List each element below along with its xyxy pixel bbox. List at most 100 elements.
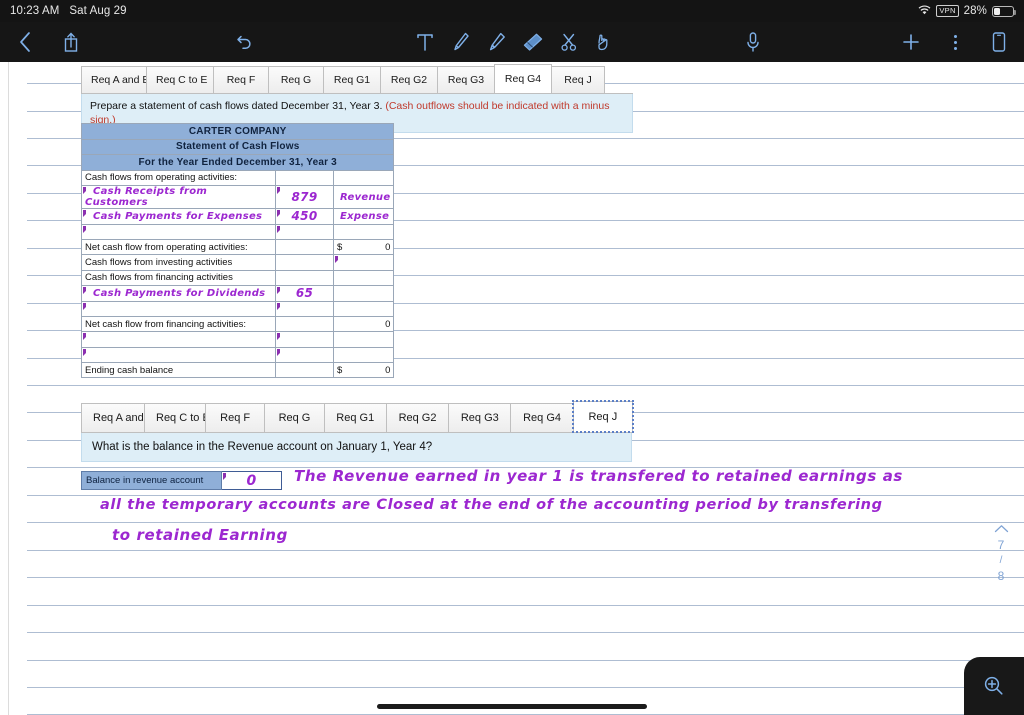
text-tool-icon[interactable]	[408, 25, 442, 59]
tab-req-g4[interactable]: Req G4	[494, 64, 552, 93]
line-item-label: Net cash flow from financing activities:	[81, 315, 276, 333]
total-cell: 0	[332, 315, 395, 333]
line-item-input[interactable]: Cash Receipts from Customers	[81, 185, 276, 210]
ruled-line	[27, 549, 1024, 551]
chevron-up-icon[interactable]	[994, 524, 1009, 535]
amount-input[interactable]	[275, 331, 334, 348]
zoom-in-magnifier-icon[interactable]	[964, 657, 1024, 715]
table-row[interactable]	[81, 346, 395, 364]
more-options-icon[interactable]	[938, 25, 972, 59]
vpn-badge: VPN	[936, 5, 959, 17]
note-cell[interactable]	[332, 331, 395, 348]
tab-req-j[interactable]: Req J	[571, 400, 635, 433]
amount-input[interactable]	[275, 223, 334, 240]
total-input[interactable]	[332, 254, 395, 271]
handwritten-note: Expense	[340, 210, 390, 222]
notebook-page[interactable]: Req A and B Req C to E Req F Req G Req G1 Req…	[0, 62, 1024, 715]
table-row[interactable]: Net cash flow from financing activities:…	[81, 315, 395, 333]
tab-req-g3[interactable]: Req G3	[448, 403, 512, 432]
tab-req-g1[interactable]: Req G1	[323, 66, 381, 93]
note-cell[interactable]	[332, 300, 395, 317]
handwritten-amount: 879	[291, 190, 318, 205]
table-title-row: For the Year Ended December 31, Year 3	[80, 154, 395, 171]
tab-req-c-to-e[interactable]: Req C to E	[144, 403, 210, 432]
line-item-input[interactable]	[81, 223, 276, 240]
ruled-line	[27, 686, 1024, 688]
prompt-req-j: What is the balance in the Revenue accou…	[81, 433, 632, 462]
tab-req-g2[interactable]: Req G2	[380, 66, 438, 93]
hand-tool-icon[interactable]	[588, 25, 622, 59]
table-row[interactable]: Cash Receipts from Customers 879 Revenue	[81, 185, 395, 210]
tab-req-g3[interactable]: Req G3	[437, 66, 495, 93]
amount-cell	[275, 169, 334, 187]
note-cell[interactable]	[332, 285, 395, 302]
tab-req-f[interactable]: Req F	[213, 66, 269, 93]
line-item-input[interactable]	[81, 346, 276, 364]
undo-icon[interactable]	[228, 25, 262, 59]
lasso-scissors-tool-icon[interactable]	[552, 25, 586, 59]
table-row[interactable]	[81, 331, 395, 348]
page-navigation-rail[interactable]: 7 / 8	[986, 524, 1016, 583]
handwritten-line-item: Cash Receipts from Customers	[85, 186, 208, 209]
table-title-line: For the Year Ended December 31, Year 3	[80, 154, 395, 171]
balance-field-value: 0	[246, 472, 257, 489]
tab-req-g1[interactable]: Req G1	[323, 403, 387, 432]
pen-tool-icon[interactable]	[444, 25, 478, 59]
table-row[interactable]	[81, 223, 395, 240]
table-row[interactable]: Cash flows from investing activities	[81, 254, 395, 271]
amount-cell	[275, 315, 334, 333]
blank-cell	[332, 269, 395, 287]
ruled-line	[27, 604, 1024, 606]
amount-input[interactable]: 450	[275, 208, 334, 225]
eraser-tool-icon[interactable]	[516, 25, 550, 59]
table-row[interactable]: Net cash flow from operating activities:…	[81, 238, 395, 256]
note-cell[interactable]	[332, 346, 395, 364]
line-item-input[interactable]: Cash flows from investing activities	[81, 254, 276, 271]
add-page-icon[interactable]	[894, 25, 928, 59]
tab-req-j[interactable]: Req J	[551, 66, 605, 93]
tab-req-g[interactable]: Req G	[268, 66, 324, 93]
amount-input[interactable]: 879	[275, 185, 334, 210]
note-cell: Expense	[332, 208, 395, 225]
line-item-input[interactable]: Cash Payments for Expenses	[81, 208, 276, 225]
amount-input[interactable]	[275, 346, 334, 364]
table-row[interactable]: Cash Payments for Expenses 450 Expense	[81, 208, 395, 225]
tab-req-c-to-e[interactable]: Req C to E	[146, 66, 214, 93]
prompt-text: Prepare a statement of cash flows dated …	[90, 100, 383, 112]
line-item-input[interactable]: Cash Payments for Dividends	[81, 285, 276, 302]
handwritten-note: Revenue	[340, 191, 391, 203]
handwritten-line-item: Cash Payments for Expenses	[93, 210, 263, 222]
amount-input[interactable]	[275, 300, 334, 317]
line-item-input[interactable]	[81, 300, 276, 317]
line-item-input[interactable]	[81, 331, 276, 348]
table-row[interactable]	[81, 300, 395, 317]
blank-cell	[332, 169, 395, 187]
tab-req-g2[interactable]: Req G2	[385, 403, 450, 432]
total-cell: $0	[332, 362, 395, 379]
tab-req-g4[interactable]: Req G4	[510, 403, 574, 432]
statement-of-cash-flows-table[interactable]: CARTER COMPANY Statement of Cash Flows For…	[80, 123, 395, 379]
table-title-row: Statement of Cash Flows	[80, 138, 395, 156]
balance-field-input[interactable]: 0	[222, 471, 282, 490]
table-row[interactable]: Cash flows from operating activities:	[81, 169, 395, 187]
table-title-line: Statement of Cash Flows	[80, 138, 395, 156]
tab-req-a-and-b[interactable]: Req A and B	[81, 403, 154, 432]
share-icon[interactable]	[54, 25, 88, 59]
highlighter-tool-icon[interactable]	[480, 25, 514, 59]
tab-req-a-and-b[interactable]: Req A and B	[81, 66, 149, 93]
amount-input[interactable]: 65	[275, 285, 334, 302]
table-row[interactable]: Cash flows from financing activities	[81, 269, 395, 287]
tab-req-f[interactable]: Req F	[205, 403, 266, 432]
total-value: 0	[385, 364, 391, 376]
line-item-label: Cash flows from financing activities	[81, 269, 276, 287]
device-view-icon[interactable]	[982, 25, 1016, 59]
note-cell[interactable]	[332, 223, 395, 240]
tab-req-g[interactable]: Req G	[264, 403, 325, 432]
table-row[interactable]: Ending cash balance $0	[81, 362, 395, 379]
microphone-icon[interactable]	[736, 25, 770, 59]
back-chevron-icon[interactable]	[8, 25, 42, 59]
tab-strip-top[interactable]: Req A and B Req C to E Req F Req G Req G1 Req…	[81, 64, 633, 93]
table-row[interactable]: Cash Payments for Dividends 65	[81, 285, 395, 302]
tab-strip-bottom[interactable]: Req A and B Req C to E Req F Req G Req G1 Req…	[81, 400, 635, 433]
prompt-text-bottom: What is the balance in the Revenue accou…	[92, 441, 433, 453]
